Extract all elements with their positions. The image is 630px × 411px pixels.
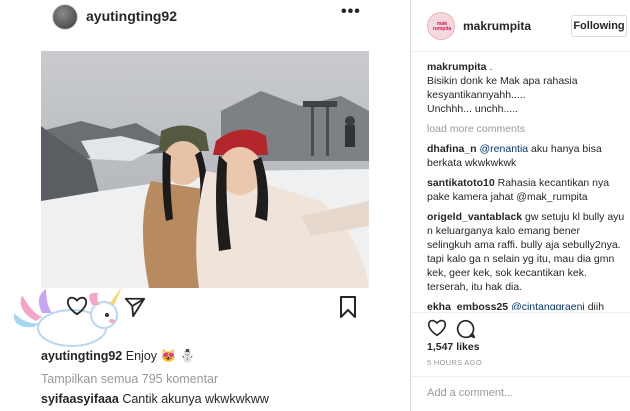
comment-mention[interactable]: @cintanggraeni bbox=[511, 301, 585, 310]
bookmark-icon[interactable] bbox=[339, 296, 357, 323]
post-author-username[interactable]: ayutingting92 bbox=[86, 8, 177, 24]
following-button[interactable]: Following bbox=[571, 15, 627, 37]
comment-username[interactable]: origeld_vantablack bbox=[427, 211, 522, 223]
post-timestamp: 5 HOURS AGO bbox=[427, 358, 482, 367]
view-all-comments-link[interactable]: Tampilkan semua 795 komentar bbox=[41, 372, 218, 386]
divider bbox=[411, 376, 630, 377]
divider bbox=[411, 312, 630, 313]
photo-illustration bbox=[41, 51, 369, 288]
heart-icon[interactable] bbox=[427, 319, 447, 342]
load-more-comments-link[interactable]: load more comments bbox=[427, 122, 627, 136]
comment-username[interactable]: santikatoto10 bbox=[427, 177, 495, 189]
post-caption: ayutingting92 Enjoy 😻 ⛄ bbox=[41, 349, 195, 364]
likes-count[interactable]: 1,547 likes bbox=[427, 341, 480, 353]
post-header: ayutingting92 ••• bbox=[0, 0, 410, 38]
detail-author-avatar[interactable]: mak rumpita bbox=[427, 12, 455, 40]
embedded-post: ayutingting92 ••• ayutingting92 Enjoy 😻 … bbox=[0, 0, 410, 411]
post-photo bbox=[41, 51, 369, 288]
post-author-avatar[interactable] bbox=[52, 4, 78, 30]
caption-line: . bbox=[489, 61, 493, 73]
comment-item: ekha_emboss25 @cintanggraeni diih orang … bbox=[427, 300, 627, 310]
share-icon[interactable] bbox=[124, 296, 146, 323]
caption-username[interactable]: ayutingting92 bbox=[41, 349, 122, 363]
more-options-icon[interactable]: ••• bbox=[341, 3, 361, 21]
caption-line: kesyantikannyahh..... bbox=[427, 89, 526, 101]
caption-line: Unchhh... unchh..... bbox=[427, 103, 519, 115]
caption-text: Enjoy 😻 ⛄ bbox=[125, 349, 196, 363]
comments-list[interactable]: makrumpita . Bisikin donk ke Mak apa rah… bbox=[427, 60, 627, 310]
comment-item: dhafina_n @renantia aku hanya bisa berka… bbox=[427, 142, 627, 170]
heart-icon[interactable] bbox=[66, 296, 88, 321]
caption-line: Bisikin donk ke Mak apa rahasia bbox=[427, 75, 578, 87]
detail-action-bar bbox=[411, 316, 630, 344]
comment-text: gw setuju kl bully ayu n keluarganya kal… bbox=[427, 211, 625, 293]
post-action-bar bbox=[0, 288, 410, 326]
comment-mention[interactable]: @renantia bbox=[480, 143, 529, 155]
comment-item: origeld_vantablack gw setuju kl bully ay… bbox=[427, 210, 627, 294]
comment-item: santikatoto10 Rahasia kecantikan nya pak… bbox=[427, 176, 627, 204]
detail-header: mak rumpita makrumpita Following bbox=[411, 0, 630, 52]
detail-author-username[interactable]: makrumpita bbox=[463, 19, 531, 33]
first-comment-text: Cantik akunya wkwkwkww bbox=[122, 392, 269, 406]
comment-username[interactable]: dhafina_n bbox=[427, 143, 477, 155]
first-comment-username[interactable]: syifaasyifaaa bbox=[41, 392, 119, 406]
post-detail-panel: mak rumpita makrumpita Following makrump… bbox=[410, 0, 630, 411]
comment-username[interactable]: ekha_emboss25 bbox=[427, 301, 508, 310]
caption-comment: makrumpita . Bisikin donk ke Mak apa rah… bbox=[427, 60, 627, 116]
first-comment: syifaasyifaaa Cantik akunya wkwkwkww bbox=[41, 392, 269, 406]
caption-comment-username[interactable]: makrumpita bbox=[427, 61, 487, 73]
avatar-logo-text: mak rumpita bbox=[432, 21, 452, 32]
add-comment-input[interactable] bbox=[427, 385, 617, 401]
